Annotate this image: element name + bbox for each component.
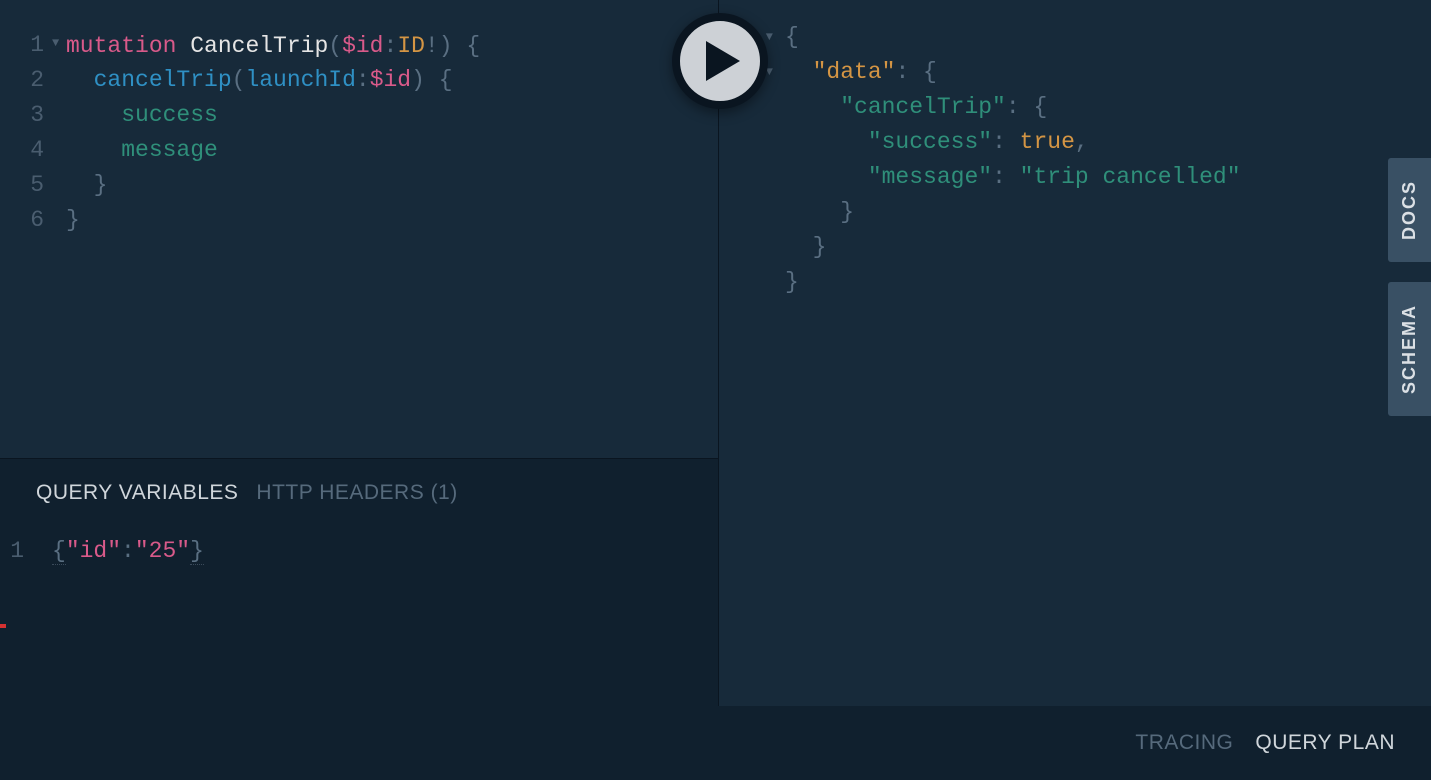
- code-content: success: [66, 98, 218, 133]
- line-number: 1: [0, 28, 52, 63]
- query-editor[interactable]: 1▼mutation CancelTrip($id:ID!) {2 cancel…: [0, 0, 718, 458]
- left-panel: 1▼mutation CancelTrip($id:ID!) {2 cancel…: [0, 0, 718, 780]
- schema-tab[interactable]: SCHEMA: [1388, 282, 1431, 416]
- response-content: "data": {: [785, 55, 937, 90]
- code-content: }: [66, 203, 80, 238]
- line-number: 5: [0, 168, 52, 203]
- fold-arrow-icon: [725, 160, 785, 195]
- response-content: }: [785, 265, 799, 300]
- code-line: 5 }: [0, 168, 718, 203]
- bottom-panel: QUERY VARIABLES HTTP HEADERS (1) 1 {"id"…: [0, 458, 718, 780]
- code-content: cancelTrip(launchId:$id) {: [66, 63, 453, 98]
- code-content: mutation CancelTrip($id:ID!) {: [66, 29, 480, 64]
- side-tabs: DOCS SCHEMA: [1388, 158, 1431, 416]
- response-content: {: [785, 20, 799, 55]
- variables-line: 1 {"id":"25"}: [0, 535, 718, 567]
- tab-query-variables[interactable]: QUERY VARIABLES: [36, 481, 238, 505]
- line-number: 4: [0, 133, 52, 168]
- response-line: "success": true,: [725, 125, 1431, 160]
- run-button[interactable]: [672, 13, 768, 109]
- response-line: ▼ "data": {: [725, 55, 1431, 90]
- footer-tabs: TRACING QUERY PLAN: [718, 706, 1431, 780]
- response-content: "success": true,: [785, 125, 1089, 160]
- line-number: 1: [0, 535, 52, 567]
- play-icon: [706, 41, 740, 81]
- response-line: "cancelTrip": {: [725, 90, 1431, 125]
- variables-editor[interactable]: 1 {"id":"25"}: [0, 515, 718, 567]
- docs-tab[interactable]: DOCS: [1388, 158, 1431, 262]
- code-content: message: [66, 133, 218, 168]
- error-marker: [0, 624, 6, 628]
- response-line: "message": "trip cancelled": [725, 160, 1431, 195]
- fold-arrow-icon: [725, 230, 785, 265]
- code-line: 4 message: [0, 133, 718, 168]
- response-line: }: [725, 195, 1431, 230]
- response-line: }: [725, 265, 1431, 300]
- response-content: "cancelTrip": {: [785, 90, 1047, 125]
- bottom-tabs: QUERY VARIABLES HTTP HEADERS (1): [0, 459, 718, 515]
- tab-tracing[interactable]: TRACING: [1135, 731, 1233, 755]
- response-panel: ▼{▼ "data": { "cancelTrip": { "success":…: [718, 0, 1431, 706]
- playground-container: 1▼mutation CancelTrip($id:ID!) {2 cancel…: [0, 0, 1431, 780]
- code-line: 1▼mutation CancelTrip($id:ID!) {: [0, 28, 718, 63]
- variables-content: {"id":"25"}: [52, 535, 204, 567]
- line-number: 3: [0, 98, 52, 133]
- code-line: 2 cancelTrip(launchId:$id) {: [0, 63, 718, 98]
- response-line: ▼{: [725, 20, 1431, 55]
- code-content: }: [66, 168, 107, 203]
- line-number: 2: [0, 63, 52, 98]
- response-content: "message": "trip cancelled": [785, 160, 1241, 195]
- response-content: }: [785, 230, 826, 265]
- fold-arrow-icon: [725, 265, 785, 300]
- fold-arrow-icon[interactable]: ▼: [52, 26, 66, 61]
- code-line: 3 success: [0, 98, 718, 133]
- response-view[interactable]: ▼{▼ "data": { "cancelTrip": { "success":…: [719, 20, 1431, 300]
- tab-http-headers[interactable]: HTTP HEADERS (1): [256, 481, 457, 505]
- code-line: 6}: [0, 203, 718, 238]
- line-number: 6: [0, 203, 52, 238]
- fold-arrow-icon: [725, 195, 785, 230]
- tab-query-plan[interactable]: QUERY PLAN: [1255, 731, 1395, 755]
- response-content: }: [785, 195, 854, 230]
- response-line: }: [725, 230, 1431, 265]
- fold-arrow-icon: [725, 125, 785, 160]
